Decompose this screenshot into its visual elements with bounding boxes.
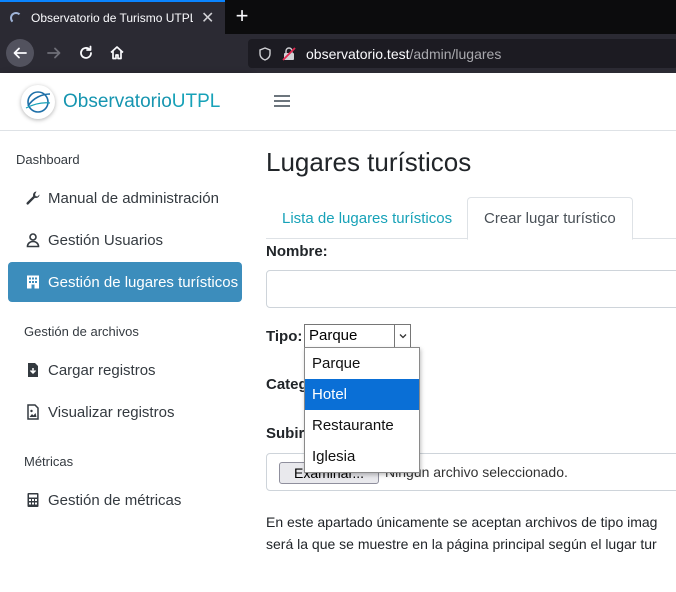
arrow-right-icon (47, 47, 61, 59)
sidebar-item-manual[interactable]: Manual de administración (8, 178, 242, 218)
shield-icon (259, 46, 271, 61)
sidebar-item-label: Gestión de lugares turísticos (48, 273, 239, 291)
tipo-option[interactable]: Hotel (305, 379, 419, 410)
sidebar-item-label: Gestión Usuarios (48, 231, 164, 249)
reload-icon (80, 45, 92, 59)
nombre-input[interactable] (266, 270, 676, 308)
file-image-icon (24, 403, 42, 421)
categoria-label: Categ (266, 376, 308, 393)
url-bar[interactable]: observatorio.test/admin/lugares (248, 39, 676, 68)
user-icon (24, 231, 42, 249)
file-download-icon (24, 361, 42, 379)
tab-title: Observatorio de Turismo UTPL (31, 11, 193, 25)
help-text: En este apartado únicamente se aceptan a… (266, 511, 676, 555)
tipo-label: Tipo: (266, 328, 303, 345)
url-path: /admin/lugares (409, 45, 502, 62)
nav-header-metricas: Métricas (24, 454, 74, 469)
new-tab-button[interactable]: + (230, 2, 254, 32)
sidebar-item-label: Gestión de métricas (48, 491, 182, 509)
brand-logo (21, 84, 55, 119)
tipo-option[interactable]: Parque (305, 348, 419, 379)
main-area: Lugares turísticos Lista de lugares turí… (250, 73, 676, 592)
tipo-select-value: Parque (309, 327, 358, 344)
nav-header-dashboard: Dashboard (16, 152, 80, 167)
sidebar-item-metricas[interactable]: Gestión de métricas (8, 480, 242, 520)
brand-text: ObservatorioUTPL (63, 91, 220, 113)
insecure-lock-icon (282, 46, 296, 61)
tab-lista[interactable]: Lista de lugares turísticos (266, 197, 468, 239)
arrow-left-icon (13, 47, 27, 59)
tab-crear[interactable]: Crear lugar turístico (467, 197, 633, 240)
nav-header-archivos: Gestión de archivos (24, 324, 139, 339)
content: Lugares turísticos Lista de lugares turí… (250, 131, 676, 592)
calculator-icon (24, 491, 42, 509)
browser-nav-bar: observatorio.test/admin/lugares (0, 34, 676, 73)
sidebar-item-cargar[interactable]: Cargar registros (8, 350, 242, 390)
sidebar: ObservatorioUTPL Dashboard Manual de adm… (0, 73, 250, 592)
sidebar-item-visualizar[interactable]: Visualizar registros (8, 392, 242, 432)
help-line: En este apartado únicamente se aceptan a… (266, 514, 658, 530)
sidebar-item-label: Manual de administración (48, 189, 219, 207)
page: ObservatorioUTPL Dashboard Manual de adm… (0, 73, 676, 592)
tabs: Lista de lugares turísticos Crear lugar … (266, 197, 676, 240)
nombre-label: Nombre: (266, 243, 328, 260)
browser-tab-bar: Observatorio de Turismo UTPL ✕ + (0, 0, 676, 34)
sidebar-item-label: Cargar registros (48, 361, 156, 379)
loading-icon (10, 12, 22, 24)
brand-link[interactable]: ObservatorioUTPL (0, 73, 250, 131)
chevron-down-icon (394, 325, 410, 347)
menu-toggle-icon[interactable] (274, 95, 290, 109)
top-navbar (250, 73, 676, 131)
building-icon (24, 273, 42, 291)
home-icon (110, 46, 124, 60)
wrench-icon (24, 189, 42, 207)
brand-text-primary: Observatorio (63, 90, 172, 112)
help-line: será la que se muestre en la página prin… (266, 536, 657, 552)
home-button[interactable] (103, 39, 131, 67)
sidebar-item-label: Visualizar registros (48, 403, 175, 421)
tipo-dropdown: Parque Hotel Restaurante Iglesia (304, 347, 420, 473)
reload-button[interactable] (72, 39, 100, 67)
url-host: observatorio.test (306, 45, 410, 62)
sidebar-item-usuarios[interactable]: Gestión Usuarios (8, 220, 242, 260)
forward-button[interactable] (40, 39, 68, 67)
page-title: Lugares turísticos (266, 147, 472, 177)
tipo-option[interactable]: Iglesia (305, 441, 419, 472)
browser-tab[interactable]: Observatorio de Turismo UTPL ✕ (0, 0, 225, 34)
close-tab-icon[interactable]: ✕ (201, 8, 214, 28)
sidebar-item-lugares[interactable]: Gestión de lugares turísticos (8, 262, 242, 302)
brand-text-secondary: UTPL (171, 90, 221, 112)
tipo-select[interactable]: Parque (304, 324, 411, 348)
tipo-option[interactable]: Restaurante (305, 410, 419, 441)
subir-label: Subir (266, 425, 305, 442)
globe-logo-icon (25, 90, 51, 113)
back-button[interactable] (6, 39, 34, 67)
